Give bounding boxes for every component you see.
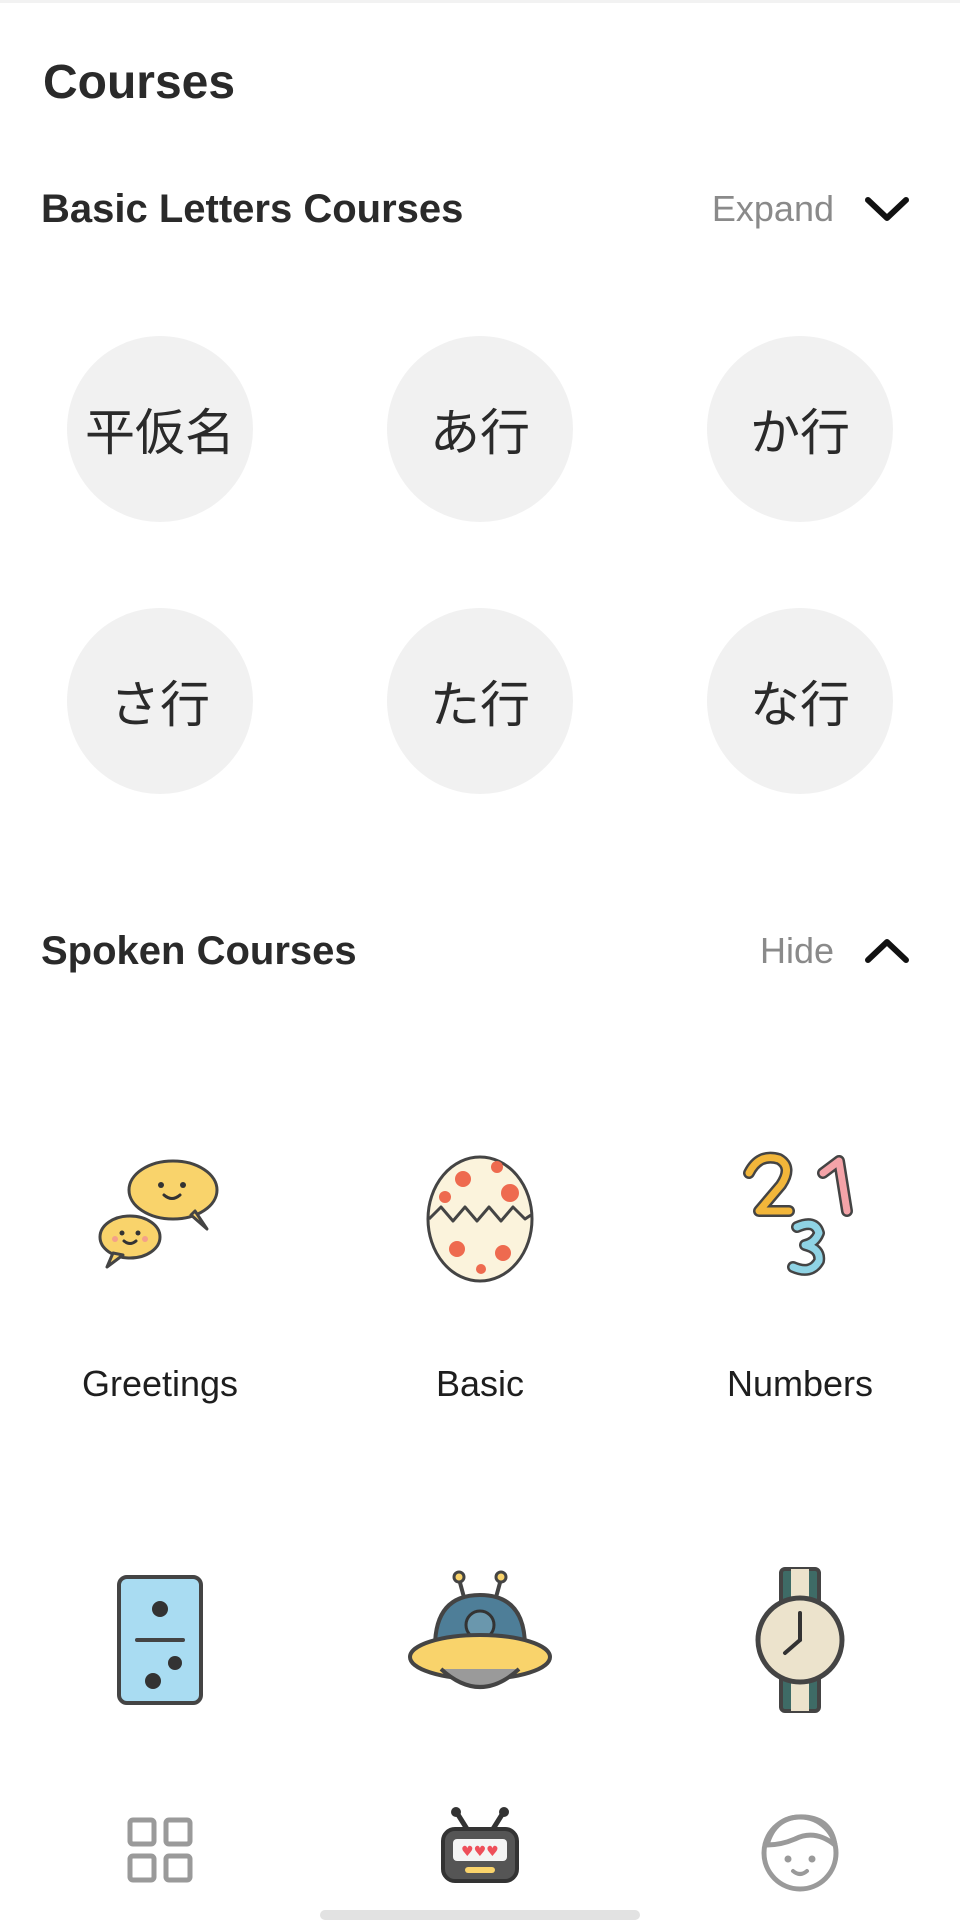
face-icon bbox=[761, 1814, 839, 1892]
course-domino[interactable] bbox=[40, 1565, 280, 1715]
nav-videos[interactable]: ♥♥♥ bbox=[435, 1805, 525, 1895]
domino-icon bbox=[117, 1575, 203, 1705]
grid-icon bbox=[127, 1817, 193, 1883]
course-numbers[interactable]: Numbers bbox=[680, 1145, 920, 1405]
course-label: Numbers bbox=[726, 1363, 874, 1404]
expand-label: Expand bbox=[711, 188, 834, 229]
chevron-up-icon bbox=[865, 939, 909, 963]
letter-course-na-row[interactable]: な行 bbox=[707, 608, 893, 794]
letter-course-ka-row[interactable]: か行 bbox=[707, 336, 893, 522]
svg-text:♥♥♥: ♥♥♥ bbox=[461, 1844, 499, 1860]
course-basic[interactable]: Basic bbox=[360, 1145, 600, 1405]
bottom-nav: ♥♥♥ bbox=[0, 1790, 960, 1920]
nav-courses[interactable] bbox=[115, 1805, 205, 1895]
letter-course-a-row[interactable]: あ行 bbox=[387, 336, 573, 522]
course-label: Greetings bbox=[81, 1363, 239, 1404]
letter-course-ta-row[interactable]: た行 bbox=[387, 608, 573, 794]
hide-label: Hide bbox=[759, 930, 834, 971]
letter-course-hiragana[interactable]: 平仮名 bbox=[67, 336, 253, 522]
course-watch[interactable] bbox=[680, 1565, 920, 1715]
hide-toggle[interactable]: Hide bbox=[760, 921, 910, 981]
home-indicator[interactable] bbox=[320, 1910, 640, 1920]
top-divider bbox=[0, 0, 960, 3]
course-ufo[interactable] bbox=[360, 1565, 600, 1715]
cracked-egg-icon bbox=[426, 1155, 534, 1283]
course-label: Basic bbox=[435, 1363, 525, 1404]
nav-profile[interactable] bbox=[755, 1805, 845, 1895]
page-title: Courses bbox=[43, 56, 236, 109]
speech-bubbles-icon bbox=[98, 1159, 219, 1269]
spoken-courses-title: Spoken Courses bbox=[41, 929, 357, 973]
numbers-123-icon bbox=[743, 1151, 853, 1276]
ufo-icon bbox=[408, 1570, 552, 1689]
retro-tv-icon: ♥♥♥ bbox=[441, 1807, 519, 1883]
chevron-down-icon bbox=[865, 197, 909, 221]
course-greetings[interactable]: Greetings bbox=[40, 1145, 280, 1405]
letter-course-sa-row[interactable]: さ行 bbox=[67, 608, 253, 794]
wristwatch-icon bbox=[755, 1567, 845, 1713]
expand-toggle[interactable]: Expand bbox=[712, 179, 910, 239]
basic-letters-title: Basic Letters Courses bbox=[41, 187, 464, 231]
spoken-courses-header: Spoken Courses Hide bbox=[0, 917, 960, 987]
basic-letters-header: Basic Letters Courses Expand bbox=[0, 175, 960, 245]
